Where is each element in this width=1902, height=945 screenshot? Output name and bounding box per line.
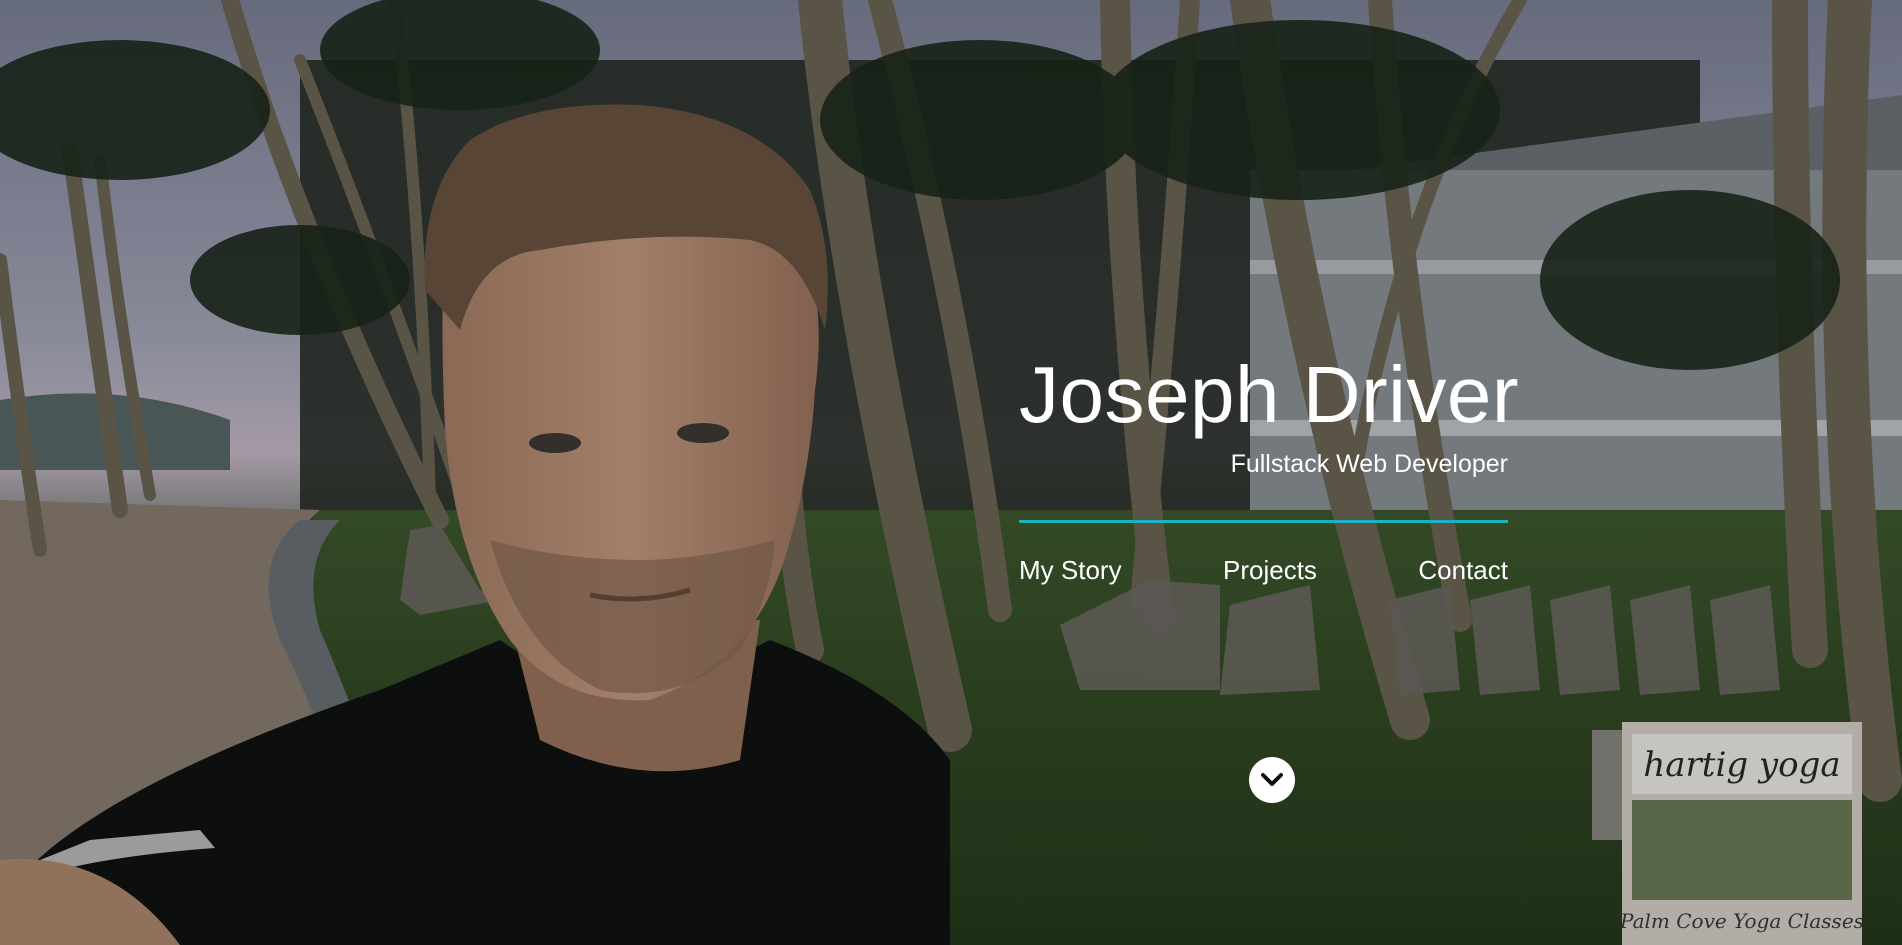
chevron-down-icon — [1261, 773, 1283, 786]
hero-title: Joseph Driver — [1019, 350, 1520, 439]
hero-dark-overlay — [0, 0, 1902, 945]
scroll-down-button[interactable] — [1249, 757, 1295, 803]
hero-nav: My Story Projects Contact — [1019, 553, 1508, 587]
nav-link-contact[interactable]: Contact — [1418, 553, 1508, 587]
hero-subtitle: Fullstack Web Developer — [1230, 450, 1508, 478]
nav-link-projects[interactable]: Projects — [1223, 553, 1317, 587]
hero-divider — [1019, 520, 1508, 523]
nav-link-my-story[interactable]: My Story — [1019, 553, 1122, 587]
hero-section: hartig yoga Palm Cove Yoga Classes Josep — [0, 0, 1902, 945]
hero-content: Joseph Driver Fullstack Web Developer My… — [1019, 345, 1520, 587]
